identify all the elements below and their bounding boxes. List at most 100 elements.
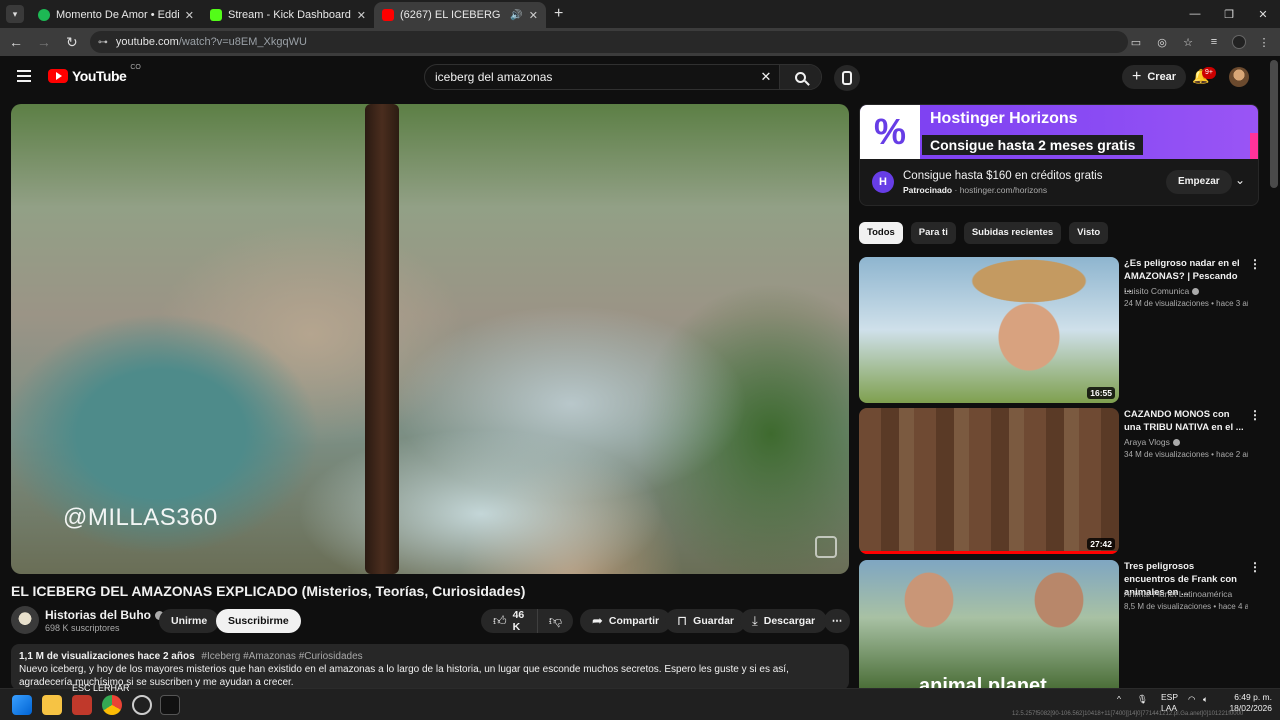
chrome-icon[interactable] bbox=[102, 695, 122, 715]
more-actions-button[interactable]: ⋯ bbox=[824, 609, 850, 633]
profile-icon[interactable] bbox=[1232, 35, 1246, 49]
more-vertical-icon[interactable]: ⋮ bbox=[1249, 408, 1261, 422]
ad-title: Consigue hasta $160 en créditos gratis bbox=[903, 170, 1103, 182]
duration-badge: 16:55 bbox=[1087, 387, 1115, 399]
obs-icon[interactable] bbox=[132, 695, 152, 715]
cast-icon[interactable]: ▭ bbox=[1128, 34, 1144, 50]
forward-icon[interactable]: → bbox=[32, 30, 56, 54]
new-tab-icon[interactable]: + bbox=[554, 5, 563, 23]
browser-menu-icon[interactable]: ⋮ bbox=[1256, 34, 1272, 50]
ad-cta-button[interactable]: Empezar bbox=[1166, 170, 1232, 194]
site-info-icon[interactable]: ⊶ bbox=[98, 37, 108, 48]
back-icon[interactable]: ← bbox=[4, 30, 28, 54]
volume-icon[interactable]: 🔈︎ bbox=[1203, 694, 1208, 705]
youtube-logo[interactable]: YouTube CO bbox=[48, 64, 141, 84]
channel-avatar[interactable] bbox=[11, 606, 39, 634]
restore-icon[interactable]: ❐ bbox=[1212, 0, 1246, 28]
window-close-icon[interactable]: ✕ bbox=[1246, 0, 1280, 28]
page-scrollbar[interactable] bbox=[1270, 60, 1278, 188]
video-title: EL ICEBERG DEL AMAZONAS EXPLICADO (Miste… bbox=[11, 583, 526, 599]
ad-banner-brand: Hostinger Horizons bbox=[930, 110, 1078, 127]
recommendation-item[interactable]: 16:55 ¿Es peligroso nadar en el AMAZONAS… bbox=[859, 257, 1264, 403]
download-button[interactable]: ⤓ Descargar bbox=[740, 609, 828, 633]
search-input[interactable]: iceberg del amazonas bbox=[425, 70, 753, 84]
recommendation-channel-name: Araya Vlogs bbox=[1124, 437, 1170, 447]
sponsored-label: Patrocinado bbox=[903, 185, 953, 195]
subscribe-label: Suscribirme bbox=[228, 615, 289, 627]
windows-start-icon[interactable] bbox=[12, 695, 32, 715]
browser-tab[interactable]: Momento De Amor • Eddie Sant ✕ bbox=[30, 2, 202, 28]
duration-badge: 27:42 bbox=[1087, 538, 1115, 550]
browser-tab-bar: ▾ Momento De Amor • Eddie Sant ✕ Stream … bbox=[0, 0, 1280, 28]
audio-playing-icon[interactable]: 🔊 bbox=[510, 10, 522, 21]
media-controls-icon[interactable]: ≡ bbox=[1206, 34, 1222, 50]
hamburger-menu-icon[interactable] bbox=[17, 70, 31, 82]
tab-close-icon[interactable]: ✕ bbox=[529, 9, 538, 22]
reload-icon[interactable]: ↻ bbox=[60, 30, 84, 54]
clear-search-icon[interactable]: ✕ bbox=[753, 69, 779, 85]
more-vertical-icon[interactable]: ⋮ bbox=[1249, 257, 1261, 271]
video-thumbnail[interactable]: 16:55 bbox=[859, 257, 1119, 403]
hide-icon[interactable]: ◎ bbox=[1154, 34, 1170, 50]
thumbs-down-icon: 👎︎ bbox=[548, 613, 563, 628]
description-box[interactable]: 1,1 M de visualizaciones hace 2 años #Ic… bbox=[11, 644, 849, 690]
microphone-icon[interactable]: 🎙︎ bbox=[1137, 694, 1148, 705]
recommendation-channel[interactable]: Araya Vlogs bbox=[1124, 437, 1180, 447]
tab-close-icon[interactable]: ✕ bbox=[185, 9, 194, 22]
chip-para-ti[interactable]: Para ti bbox=[910, 222, 956, 244]
video-player[interactable]: @MILLAS360 bbox=[11, 104, 849, 574]
tab-search-icon[interactable]: ▾ bbox=[6, 5, 24, 23]
account-avatar[interactable] bbox=[1229, 67, 1249, 87]
recommendation-channel[interactable]: Luisito Comunica bbox=[1124, 286, 1200, 296]
download-icon: ⤓ bbox=[752, 613, 758, 628]
hashtags[interactable]: #Iceberg #Amazonas #Curiosidades bbox=[201, 651, 362, 662]
browser-tab[interactable]: Stream - Kick Dashboard ✕ bbox=[202, 2, 374, 28]
sponsored-ad[interactable]: % Hostinger Horizons Consigue hasta 2 me… bbox=[859, 104, 1259, 206]
chevron-down-icon[interactable]: ⌄ bbox=[1235, 173, 1245, 187]
more-vertical-icon[interactable]: ⋮ bbox=[1249, 560, 1261, 574]
ad-domain: hostinger.com/horizons bbox=[959, 185, 1048, 195]
notification-badge: 9+ bbox=[1202, 67, 1216, 79]
clock-time: 6:49 p. m. bbox=[1234, 692, 1272, 702]
chip-todos[interactable]: Todos bbox=[859, 222, 903, 244]
ad-banner[interactable]: % Hostinger Horizons Consigue hasta 2 me… bbox=[860, 105, 1258, 159]
file-explorer-icon[interactable] bbox=[42, 695, 62, 715]
more-horizontal-icon: ⋯ bbox=[831, 615, 843, 627]
app-icon[interactable] bbox=[72, 695, 92, 715]
youtube-header: YouTube CO iceberg del amazonas ✕ + Crea… bbox=[0, 56, 1280, 98]
logo-text: YouTube bbox=[72, 68, 127, 84]
dislike-button[interactable]: 👎︎ bbox=[537, 609, 573, 633]
bookmark-star-icon[interactable]: ☆ bbox=[1180, 34, 1196, 50]
game-app-icon[interactable] bbox=[160, 695, 180, 715]
channel-name[interactable]: Historias del Buho bbox=[45, 608, 165, 622]
voice-search-icon[interactable] bbox=[834, 65, 860, 91]
verified-icon bbox=[1192, 287, 1200, 295]
like-button[interactable]: 👍︎ 46 K bbox=[481, 609, 537, 633]
chip-visto[interactable]: Visto bbox=[1069, 222, 1109, 244]
recommendation-title: CAZANDO MONOS con una TRIBU NATIVA en el… bbox=[1124, 409, 1244, 433]
video-thumbnail[interactable]: animal planet bbox=[859, 560, 1119, 688]
screen: ▾ Momento De Amor • Eddie Sant ✕ Stream … bbox=[0, 0, 1280, 720]
share-label: Compartir bbox=[608, 615, 660, 627]
tab-close-icon[interactable]: ✕ bbox=[357, 9, 366, 22]
video-thumbnail[interactable]: 27:42 bbox=[859, 408, 1119, 554]
recommendation-item[interactable]: animal planet Tres peligrosos encuentros… bbox=[859, 560, 1264, 688]
subscribe-button[interactable]: Suscribirme bbox=[216, 609, 301, 633]
channel-watermark-icon[interactable] bbox=[815, 536, 837, 558]
chip-subidas-recientes[interactable]: Subidas recientes bbox=[963, 222, 1062, 244]
join-button[interactable]: Unirme bbox=[159, 609, 220, 633]
minimize-icon[interactable]: — bbox=[1178, 0, 1212, 28]
video-frame-tree-trunk bbox=[365, 104, 399, 574]
language-line1: ESP bbox=[1161, 692, 1179, 702]
recommendation-item[interactable]: 27:42 CAZANDO MONOS con una TRIBU NATIVA… bbox=[859, 408, 1264, 554]
create-button[interactable]: + Crear bbox=[1122, 65, 1187, 89]
wifi-icon[interactable]: ◠ bbox=[1188, 694, 1195, 705]
recommendation-channel[interactable]: Animal Planet Latinoamérica bbox=[1124, 589, 1232, 599]
search-button[interactable] bbox=[779, 65, 821, 89]
browser-tab-active[interactable]: (6267) EL ICEBERG DEL AMAZ 🔊 ✕ bbox=[374, 2, 546, 28]
save-button[interactable]: ⊓ Guardar bbox=[665, 609, 747, 633]
tray-chevron-icon[interactable]: ^ bbox=[1117, 694, 1121, 704]
address-bar[interactable]: ⊶ youtube.com/watch?v=u8EM_XkgqWU bbox=[89, 31, 1128, 53]
share-button[interactable]: ➦ Compartir bbox=[580, 609, 672, 633]
window-controls: — ❐ ✕ bbox=[1178, 0, 1280, 28]
